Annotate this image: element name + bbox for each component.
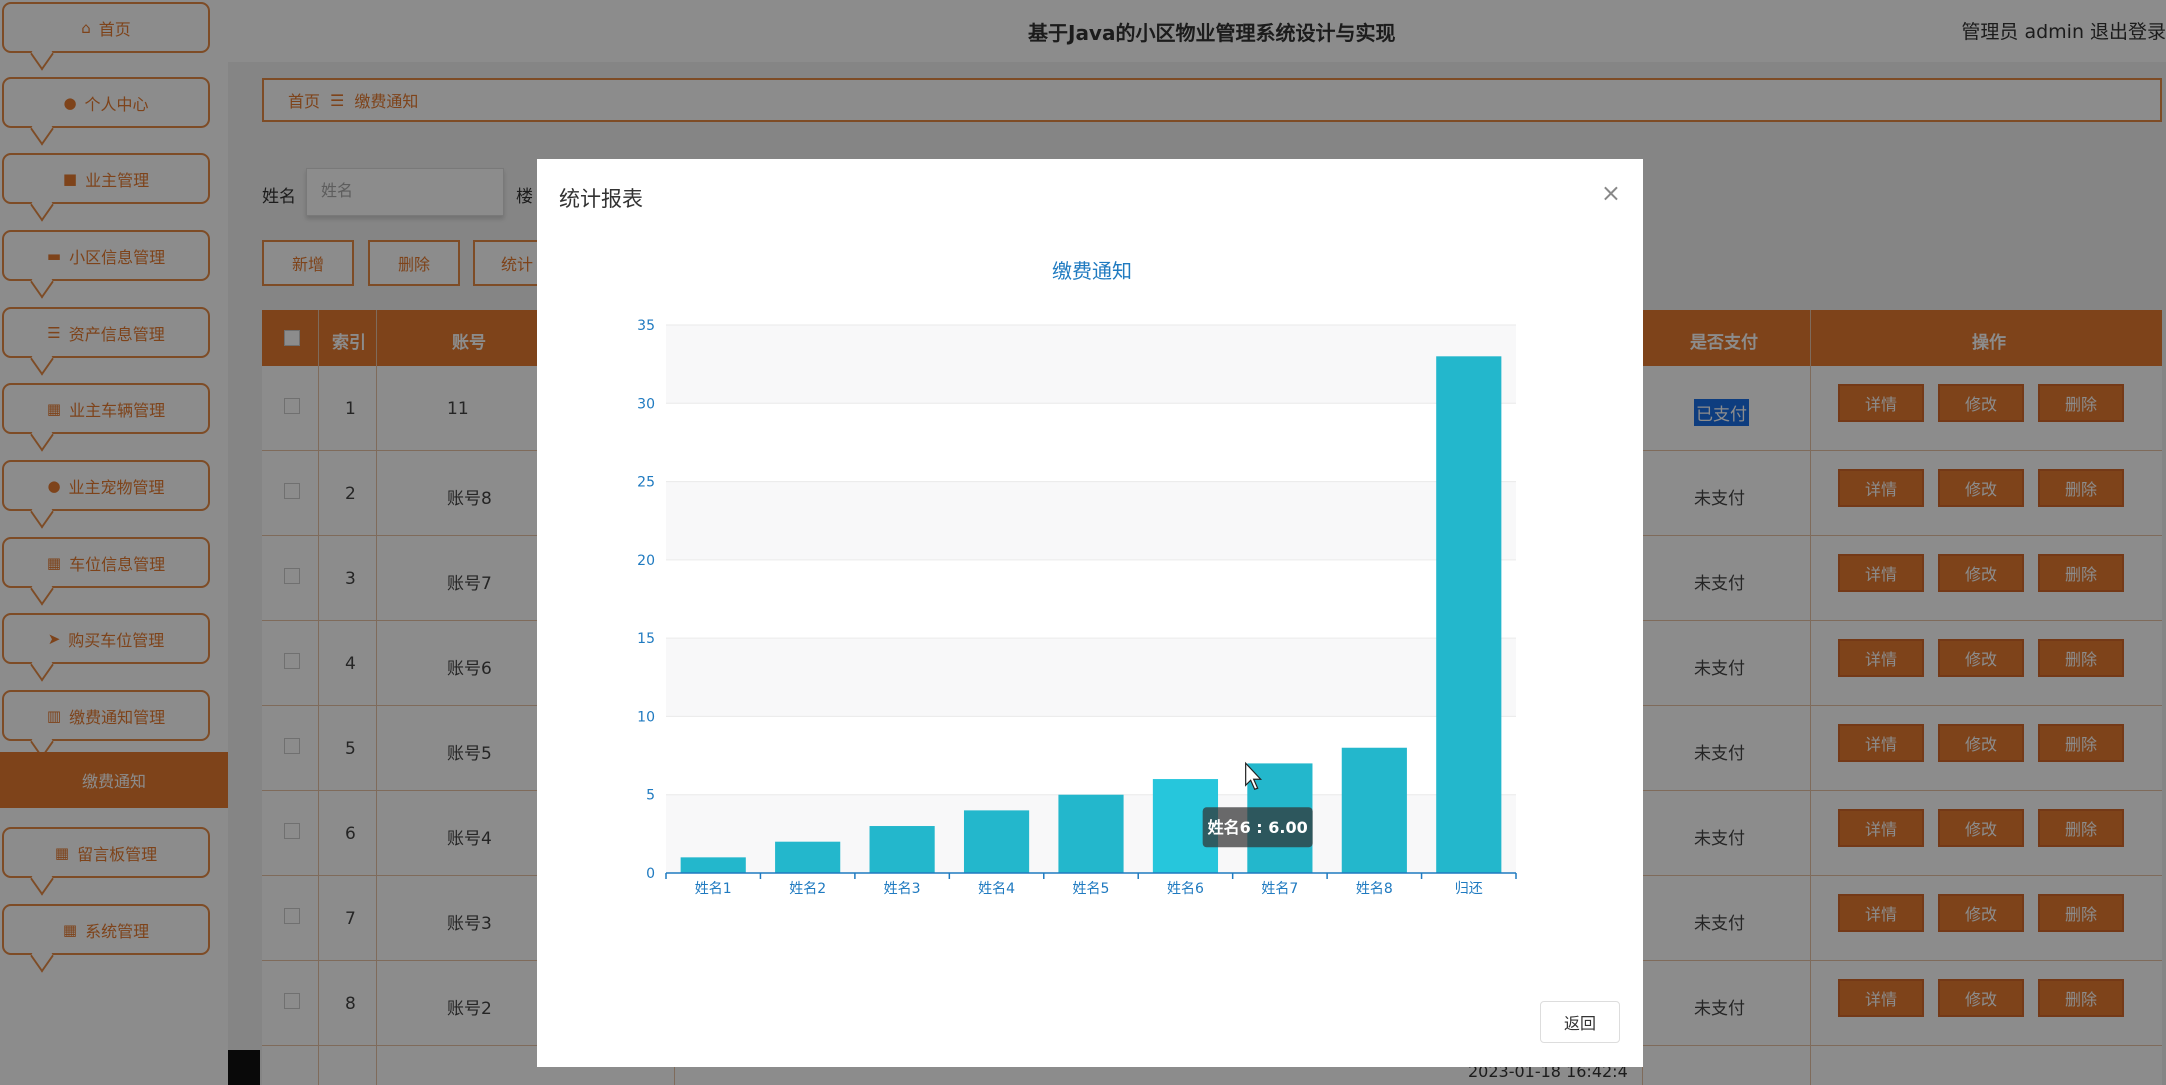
x-tick-label: 姓名6 xyxy=(1167,881,1204,897)
grid-band xyxy=(666,481,1516,560)
bar-姓名5 xyxy=(1058,794,1124,873)
bar-归还 xyxy=(1436,356,1502,873)
bar-姓名8 xyxy=(1341,747,1407,873)
y-tick-label: 15 xyxy=(637,631,655,647)
y-tick-label: 20 xyxy=(637,553,655,569)
x-tick-label: 姓名2 xyxy=(789,881,826,897)
x-tick-label: 姓名3 xyxy=(884,881,921,897)
y-tick-label: 10 xyxy=(637,709,655,725)
fee-notice-bar-chart: 缴费通知 0 5 10 15 20 25 30 35 姓名1 姓名2 姓名3 姓名4 姓名5 姓名6 姓名7 姓… xyxy=(637,259,1517,897)
chart-title: 缴费通知 xyxy=(1052,259,1132,283)
x-tick-label: 姓名7 xyxy=(1261,881,1298,897)
chart-tooltip-text: 姓名6 : 6.00 xyxy=(1208,818,1308,837)
x-tick-label: 归还 xyxy=(1455,880,1483,897)
y-tick-label: 35 xyxy=(637,318,655,334)
bar-姓名1 xyxy=(680,857,746,873)
x-tick-label: 姓名4 xyxy=(978,881,1015,897)
y-tick-label: 5 xyxy=(646,788,655,804)
bar-姓名4 xyxy=(963,810,1030,873)
x-tick-label: 姓名5 xyxy=(1073,881,1110,897)
bar-姓名2 xyxy=(775,841,841,873)
bar-姓名3 xyxy=(869,826,935,873)
stats-report-dialog: 统计报表 × 缴费通知 0 5 10 15 20 25 30 35 姓名1 姓名2 姓名3 姓名4 姓名5… xyxy=(537,159,1643,1067)
y-tick-label: 25 xyxy=(637,475,655,491)
y-tick-label: 30 xyxy=(637,396,655,412)
return-button[interactable]: 返回 xyxy=(1540,1001,1620,1043)
y-tick-label: 0 xyxy=(646,866,655,882)
x-tick-label: 姓名8 xyxy=(1356,881,1393,897)
grid-band xyxy=(666,325,1516,404)
grid-band xyxy=(666,638,1516,717)
x-tick-label: 姓名1 xyxy=(695,881,732,897)
